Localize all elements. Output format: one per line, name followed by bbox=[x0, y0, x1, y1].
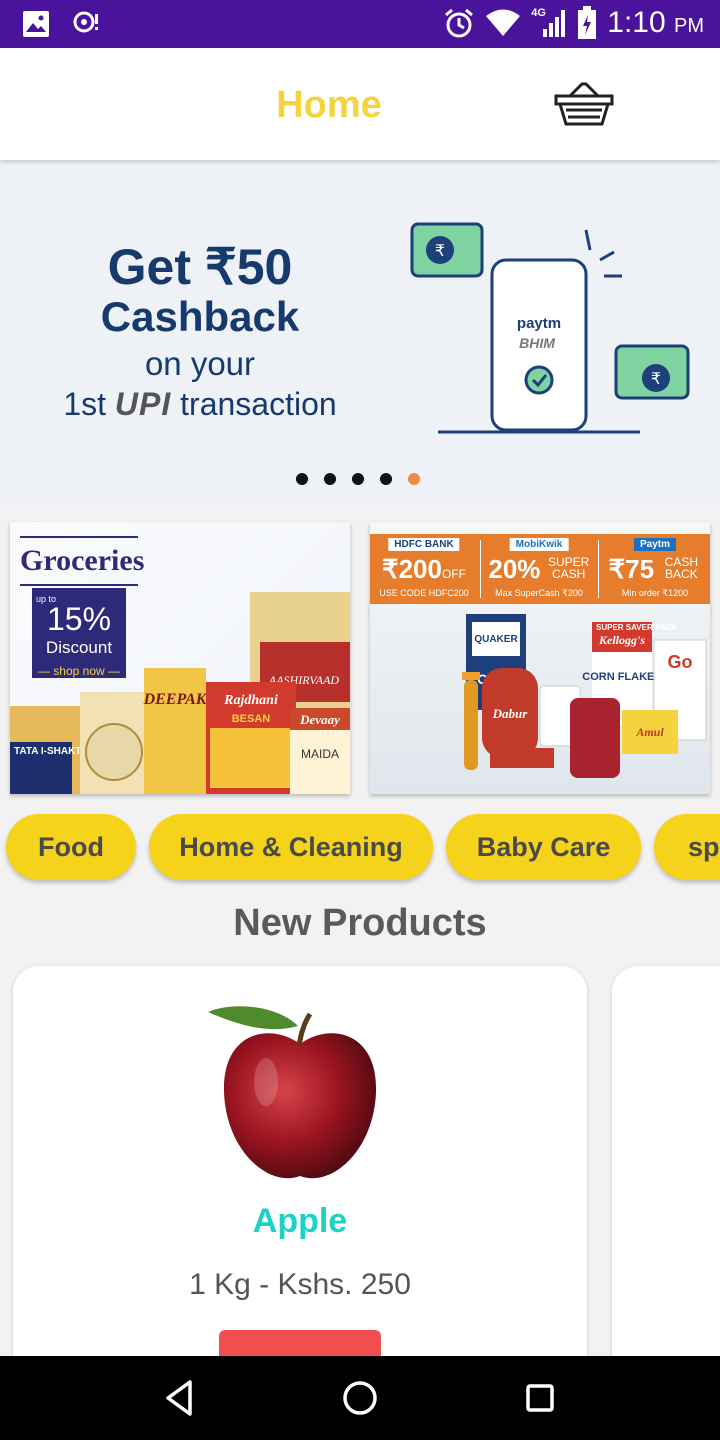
super-saver-label: SUPER SAVER PACK bbox=[596, 623, 677, 632]
cart-button[interactable] bbox=[552, 78, 616, 134]
hero-line-4-post: transaction bbox=[180, 386, 337, 422]
product-price: 1 Kg - Kshs. 250 bbox=[189, 1268, 411, 1301]
category-chip-sports[interactable]: spo bbox=[654, 814, 720, 880]
brand-tata: TATA I-SHAKTI bbox=[14, 746, 84, 757]
section-title: New Products bbox=[233, 902, 487, 944]
wifi-icon bbox=[486, 9, 521, 36]
hero-line-2: Cashback bbox=[100, 293, 300, 340]
clock-ampm: PM bbox=[674, 15, 704, 37]
brand-maida: MAIDA bbox=[301, 747, 339, 761]
brand-dabur: Dabur bbox=[492, 706, 529, 721]
location-icon bbox=[73, 11, 98, 33]
groceries-promo-card[interactable]: Groceries up to 15% Discount — shop now … bbox=[10, 522, 350, 794]
category-chips: Food Home & Cleaning Baby Care spo bbox=[0, 814, 720, 882]
hero-line-4-pre: 1st bbox=[63, 386, 107, 422]
product-card[interactable] bbox=[612, 966, 720, 1386]
carousel-dot-active[interactable] bbox=[408, 473, 420, 485]
product-card[interactable]: Apple 1 Kg - Kshs. 250 bbox=[13, 966, 587, 1390]
brand-kelloggs: Kellogg's bbox=[598, 633, 645, 647]
category-chip-baby-care[interactable]: Baby Care bbox=[446, 814, 641, 880]
status-bar: 4G 1:10 PM bbox=[0, 0, 720, 48]
category-chip-home-cleaning[interactable]: Home & Cleaning bbox=[149, 814, 433, 880]
offers-promo-card[interactable]: HDFC BANK ₹200OFF USE CODE HDFC200 MobiK… bbox=[370, 522, 710, 794]
brand-quaker: QUAKER bbox=[474, 634, 518, 645]
app-bar: Home bbox=[0, 48, 720, 160]
home-button[interactable] bbox=[336, 1374, 384, 1422]
brand-devaay: Devaay bbox=[299, 712, 340, 727]
back-button[interactable] bbox=[156, 1374, 204, 1422]
carousel-dot[interactable] bbox=[352, 473, 364, 485]
offer-products-image: QUAKER OATS Kellogg's CORN FLAKES SUPER … bbox=[462, 614, 707, 778]
basket-icon bbox=[554, 82, 614, 126]
battery-icon bbox=[578, 6, 597, 39]
home-icon bbox=[343, 1381, 377, 1415]
brand-go: Go bbox=[668, 652, 693, 672]
hero-line-3: on your bbox=[144, 345, 256, 382]
rupee-glyph-1: ₹ bbox=[435, 241, 445, 260]
hero-text: Get ₹50 Cashback on your 1st UPI transac… bbox=[0, 240, 400, 424]
alarm-icon bbox=[445, 8, 474, 38]
carousel-indicator bbox=[296, 473, 420, 485]
clock-time: 1:10 bbox=[607, 6, 666, 39]
phone-payment-illustration: ₹ paytm BHIM ₹ bbox=[410, 222, 690, 434]
navigation-bar bbox=[0, 1356, 720, 1440]
rupee-glyph-2: ₹ bbox=[651, 369, 661, 388]
recents-button[interactable] bbox=[516, 1374, 564, 1422]
carousel-dot[interactable] bbox=[296, 473, 308, 485]
brand-amul: Amul bbox=[635, 725, 664, 739]
hero-line-1: Get ₹50 bbox=[107, 239, 293, 295]
brand-rajdhani: Rajdhani bbox=[223, 693, 278, 708]
signal-indicator: 4G bbox=[531, 7, 567, 39]
category-chip-food[interactable]: Food bbox=[6, 814, 136, 880]
brand-cornflakes: CORN FLAKES bbox=[582, 671, 661, 683]
paytm-label: paytm bbox=[517, 315, 561, 332]
image-icon bbox=[23, 11, 49, 37]
bhim-label: BHIM bbox=[519, 335, 555, 351]
brand-deepak: DEEPAK bbox=[143, 691, 208, 708]
back-icon bbox=[166, 1380, 192, 1416]
product-name: Apple bbox=[252, 1202, 348, 1240]
grocery-products-image: AASHIRVAAD TATA I-SHAKTI DEEPAK Rajdhani… bbox=[10, 592, 350, 794]
hero-line-4: 1st UPI transaction bbox=[0, 384, 400, 424]
apple-image bbox=[208, 1006, 377, 1179]
signal-icon bbox=[543, 10, 566, 37]
brand-besan: BESAN bbox=[232, 713, 271, 725]
home-screen: 4G 1:10 PM Home Get ₹50 Cashback on your… bbox=[0, 0, 720, 1440]
clock: 1:10 PM bbox=[607, 6, 704, 40]
recents-icon bbox=[526, 1384, 554, 1412]
hero-banner[interactable]: Get ₹50 Cashback on your 1st UPI transac… bbox=[0, 160, 720, 506]
carousel-dot[interactable] bbox=[380, 473, 392, 485]
carousel-dot[interactable] bbox=[324, 473, 336, 485]
upi-logo: UPI bbox=[114, 386, 172, 422]
